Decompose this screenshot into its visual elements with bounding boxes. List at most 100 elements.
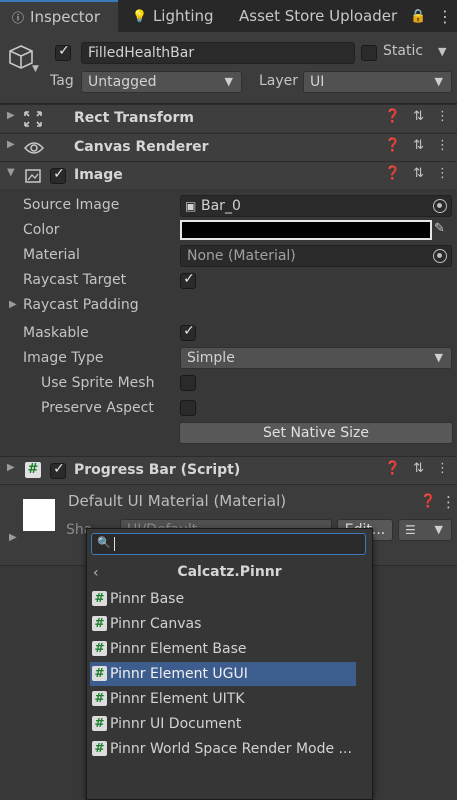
- source-image-value: Bar_0: [201, 198, 241, 214]
- shader-options-dropdown[interactable]: ☰ ▼: [398, 519, 452, 541]
- layer-dropdown[interactable]: UI ▼: [303, 71, 452, 93]
- script-icon: #: [92, 716, 107, 731]
- tab-inspector-label: Inspector: [30, 8, 100, 26]
- chevron-down-icon: ▼: [434, 523, 443, 536]
- static-dropdown-icon[interactable]: ▼: [438, 45, 446, 58]
- lightbulb-icon: 💡: [132, 9, 147, 23]
- image-enabled-checkbox[interactable]: ✓: [50, 166, 66, 184]
- tab-inspector[interactable]: ⓘ Inspector: [0, 0, 118, 32]
- chevron-down-icon: ▼: [434, 75, 443, 88]
- static-label: Static: [383, 43, 424, 59]
- preset-sliders-icon[interactable]: ⇅: [413, 461, 424, 476]
- maskable-label: Maskable: [23, 325, 89, 341]
- use-sprite-mesh-label: Use Sprite Mesh: [41, 375, 155, 391]
- raycast-padding-label[interactable]: Raycast Padding: [23, 297, 139, 313]
- kebab-menu-icon[interactable]: ⋮: [436, 138, 449, 153]
- active-checkbox[interactable]: ✓: [55, 43, 71, 61]
- icon-dropdown-arrow-icon[interactable]: ▼: [32, 64, 39, 74]
- tag-dropdown-value: Untagged: [88, 74, 157, 90]
- object-header: ▼ ✓ FilledHealthBar Static ▼ Tag Untagge…: [0, 32, 457, 104]
- raycast-target-checkbox[interactable]: ✓: [180, 271, 196, 289]
- popup-item-label: Pinnr World Space Render Mode ...: [110, 741, 352, 757]
- help-icon[interactable]: ❓: [385, 109, 401, 124]
- fold-arrow-icon[interactable]: ▶: [7, 110, 15, 121]
- popup-item-pinnr-world-space-render-mode[interactable]: # Pinnr World Space Render Mode ...: [90, 737, 356, 761]
- component-canvas-renderer[interactable]: ▶ Canvas Renderer ❓ ⇅ ⋮: [0, 133, 457, 161]
- popup-item-pinnr-element-base[interactable]: # Pinnr Element Base: [90, 637, 356, 661]
- image-type-label: Image Type: [23, 350, 104, 366]
- raycast-padding-fold-icon[interactable]: ▶: [9, 299, 17, 310]
- fold-arrow-icon[interactable]: ▼: [7, 167, 15, 178]
- source-image-field[interactable]: ▣ Bar_0: [180, 195, 452, 217]
- tag-label: Tag: [50, 73, 74, 89]
- preset-sliders-icon[interactable]: ⇅: [413, 138, 424, 153]
- preserve-aspect-checkbox[interactable]: [180, 400, 196, 416]
- image-type-dropdown[interactable]: Simple ▼: [180, 347, 452, 369]
- popup-item-pinnr-canvas[interactable]: # Pinnr Canvas: [90, 612, 356, 636]
- popup-search-field[interactable]: 🔍: [91, 533, 366, 555]
- gameobject-cube-icon: [9, 45, 33, 69]
- help-icon[interactable]: ❓: [385, 166, 401, 181]
- help-icon[interactable]: ❓: [385, 138, 401, 153]
- eye-icon: [24, 142, 44, 154]
- color-swatch[interactable]: [180, 220, 432, 240]
- lock-icon[interactable]: 🔒: [410, 0, 426, 32]
- set-native-size-button[interactable]: Set Native Size: [179, 422, 453, 444]
- popup-item-pinnr-ui-document[interactable]: # Pinnr UI Document: [90, 712, 356, 736]
- material-section-title: Default UI Material (Material): [68, 492, 287, 510]
- script-icon: #: [92, 691, 107, 706]
- tag-dropdown[interactable]: Untagged ▼: [81, 71, 242, 93]
- kebab-menu-icon[interactable]: ⋮: [441, 493, 456, 511]
- object-picker-icon[interactable]: [433, 249, 447, 263]
- progress-bar-enabled-checkbox[interactable]: ✓: [50, 461, 66, 479]
- tab-asset-store-uploader[interactable]: Asset Store Uploader: [239, 0, 399, 32]
- popup-item-label: Pinnr Element UGUI: [110, 666, 248, 682]
- canvas-renderer-title: Canvas Renderer: [74, 139, 209, 155]
- popup-search-input[interactable]: [118, 535, 363, 553]
- material-field[interactable]: None (Material): [180, 245, 452, 267]
- fold-arrow-icon[interactable]: ▶: [7, 139, 15, 150]
- component-image[interactable]: ▼ ✓ Image ❓ ⇅ ⋮: [0, 161, 457, 189]
- chevron-down-icon: ▼: [434, 351, 443, 364]
- maskable-checkbox[interactable]: ✓: [180, 323, 196, 341]
- progress-bar-title: Progress Bar (Script): [74, 462, 241, 478]
- fold-arrow-icon[interactable]: ▶: [7, 462, 15, 473]
- static-checkbox[interactable]: [361, 45, 377, 61]
- text-caret: [114, 537, 115, 551]
- popup-title: Calcatz.Pinnr: [177, 564, 282, 580]
- use-sprite-mesh-checkbox[interactable]: [180, 375, 196, 391]
- kebab-menu-icon[interactable]: ⋮: [436, 166, 449, 181]
- script-icon: #: [92, 741, 107, 756]
- script-icon: #: [92, 666, 107, 681]
- popup-item-label: Pinnr Element UITK: [110, 691, 245, 707]
- material-fold-icon[interactable]: ▶: [9, 532, 17, 543]
- kebab-menu-icon[interactable]: ⋮: [437, 0, 453, 32]
- object-picker-icon[interactable]: [433, 199, 447, 213]
- tab-asset-store-label: Asset Store Uploader: [239, 7, 398, 25]
- color-label: Color: [23, 222, 60, 238]
- popup-item-pinnr-element-ugui[interactable]: # Pinnr Element UGUI: [90, 662, 356, 686]
- object-name-field[interactable]: FilledHealthBar: [81, 42, 355, 64]
- info-icon: ⓘ: [12, 10, 25, 25]
- eyedropper-icon[interactable]: ✎: [434, 221, 445, 236]
- rect-transform-title: Rect Transform: [74, 110, 195, 126]
- kebab-menu-icon[interactable]: ⋮: [436, 109, 449, 124]
- material-value: None (Material): [187, 248, 296, 264]
- component-rect-transform[interactable]: ▶ Rect Transform ❓ ⇅ ⋮: [0, 104, 457, 132]
- popup-item-pinnr-base[interactable]: # Pinnr Base: [90, 587, 356, 611]
- help-icon[interactable]: ❓: [420, 494, 436, 509]
- kebab-menu-icon[interactable]: ⋮: [436, 461, 449, 476]
- popup-item-label: Pinnr Canvas: [110, 616, 202, 632]
- sprite-icon: ▣: [185, 199, 197, 213]
- tab-lighting[interactable]: 💡 Lighting: [132, 0, 237, 32]
- popup-item-pinnr-element-uitk[interactable]: # Pinnr Element UITK: [90, 687, 356, 711]
- chevron-down-icon: ▼: [224, 75, 233, 88]
- popup-item-label: Pinnr Base: [110, 591, 185, 607]
- tab-lighting-label: Lighting: [152, 7, 214, 25]
- list-icon: ☰: [405, 523, 416, 537]
- preset-sliders-icon[interactable]: ⇅: [413, 166, 424, 181]
- component-progress-bar-script[interactable]: ▶ # ✓ Progress Bar (Script) ❓ ⇅ ⋮: [0, 456, 457, 484]
- material-label: Material: [23, 247, 80, 263]
- help-icon[interactable]: ❓: [385, 461, 401, 476]
- preset-sliders-icon[interactable]: ⇅: [413, 109, 424, 124]
